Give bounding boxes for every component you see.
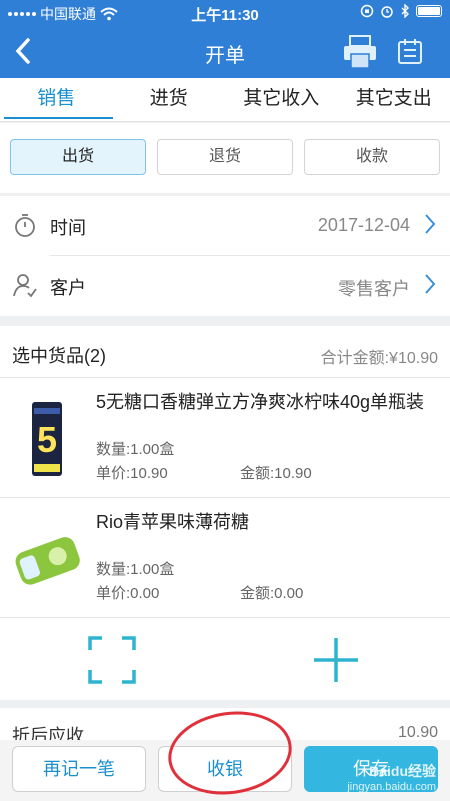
product-price: 单价:0.00 xyxy=(96,585,160,602)
watermark-brand: Baidu经验 xyxy=(369,763,436,779)
add-item-icon[interactable] xyxy=(312,636,360,684)
time-label: 时间 xyxy=(50,218,86,238)
goods-title: 选中货品(2) xyxy=(12,346,106,366)
lock-rotation-icon xyxy=(360,4,374,18)
type-tabs: 销售 进货 其它收入 其它支出 xyxy=(0,78,450,122)
stopwatch-icon xyxy=(15,214,35,237)
chevron-right-icon xyxy=(425,274,436,294)
time-value: 2017-12-04 xyxy=(317,215,410,235)
alarm-icon xyxy=(381,6,393,18)
order-type-segment: 出货 退货 收款 xyxy=(0,123,450,193)
product-amount: 金额:0.00 xyxy=(240,585,304,602)
goods-list: 5 5无糖口香糖弹立方净爽冰柠味40g单瓶装 数量:1.00盒 单价:10.90… xyxy=(0,378,450,700)
product-qty: 数量:1.00盒 xyxy=(96,561,175,578)
status-bar: 中国联通 上午11:30 xyxy=(0,0,450,26)
top-bar: 中国联通 上午11:30 开单 xyxy=(0,0,450,78)
segment-ship[interactable]: 出货 xyxy=(10,139,146,175)
calendar-icon[interactable] xyxy=(396,37,424,65)
watermark-url: jingyan.baidu.com xyxy=(347,781,436,793)
list-item[interactable]: Rio青苹果味薄荷糖 数量:1.00盒 单价:0.00 金额:0.00 xyxy=(0,498,450,618)
battery-icon xyxy=(416,5,442,17)
tab-other-expense[interactable]: 其它支出 xyxy=(338,78,450,121)
tab-sales[interactable]: 销售 xyxy=(0,78,113,121)
customer-value: 零售客户 xyxy=(338,279,410,299)
segment-return[interactable]: 退货 xyxy=(157,139,293,175)
product-name: 5无糖口香糖弹立方净爽冰柠味40g单瓶装 xyxy=(96,392,425,412)
watermark: Baidu经验 jingyan.baidu.com xyxy=(347,761,436,793)
customer-label: 客户 xyxy=(50,278,86,298)
product-name: Rio青苹果味薄荷糖 xyxy=(96,512,250,532)
printer-icon[interactable] xyxy=(342,34,378,70)
svg-text:5: 5 xyxy=(37,419,57,460)
bottom-bar: 再记一笔 收银 保存 Baidu经验 jingyan.baidu.com xyxy=(0,740,450,801)
segment-receipt[interactable]: 收款 xyxy=(304,139,440,175)
record-again-button[interactable]: 再记一笔 xyxy=(12,746,146,792)
product-qty: 数量:1.00盒 xyxy=(96,441,175,458)
goods-total: 合计金额:¥10.90 xyxy=(320,350,438,367)
bluetooth-icon xyxy=(401,4,409,18)
product-price: 单价:10.90 xyxy=(96,465,168,482)
goods-header: 选中货品(2) 合计金额:¥10.90 xyxy=(0,326,450,378)
customer-row[interactable]: 客户 零售客户 xyxy=(0,256,450,316)
tab-purchase[interactable]: 进货 xyxy=(113,78,226,121)
nav-bar: 开单 xyxy=(0,26,450,78)
page-title: 开单 xyxy=(205,45,245,67)
product-image xyxy=(15,537,80,585)
user-icon xyxy=(13,274,37,298)
checkout-button[interactable]: 收银 xyxy=(158,746,292,792)
list-item[interactable]: 5 5无糖口香糖弹立方净爽冰柠味40g单瓶装 数量:1.00盒 单价:10.90… xyxy=(0,378,450,498)
product-amount: 金额:10.90 xyxy=(240,465,312,482)
tab-other-income[interactable]: 其它收入 xyxy=(225,78,338,121)
time-row[interactable]: 时间 2017-12-04 xyxy=(0,196,450,256)
scan-icon[interactable] xyxy=(88,636,136,684)
status-right xyxy=(360,4,442,18)
product-image: 5 xyxy=(32,402,62,476)
chevron-right-icon xyxy=(425,214,436,234)
order-info: 时间 2017-12-04 客户 零售客户 xyxy=(0,196,450,316)
goods-actions xyxy=(0,618,450,700)
